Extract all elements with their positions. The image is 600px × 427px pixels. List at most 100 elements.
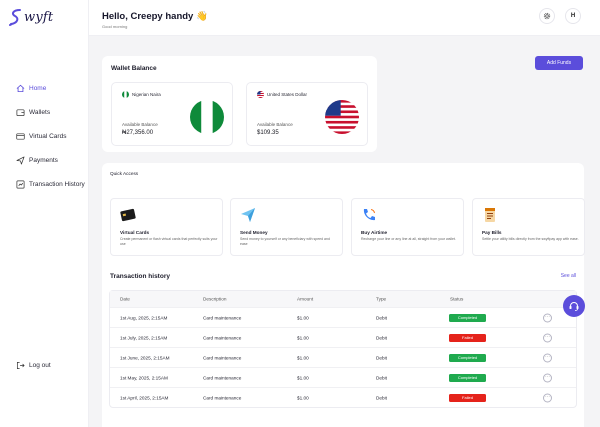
cell-type: Debit [376,355,387,360]
currency-name: Nigerian Naira [132,92,161,97]
quick-access-pay-bills[interactable]: Pay Bills Settle your utility bills dire… [472,198,585,256]
currency-row: United States Dollar [257,91,307,98]
usa-flag-icon [325,100,359,134]
wallet-balance-card: Wallet Balance Nigerian Naira Available … [102,56,377,152]
cell-date: 1st April, 2025, 2:15AM [120,395,169,400]
quick-access-label: Virtual Cards [120,230,150,235]
sidebar-item-label: Virtual Cards [29,132,67,140]
more-options-icon[interactable]: ⋯ [543,393,552,402]
status-badge: Completed [449,373,486,382]
quick-access-description: Settle your utility bills directly from … [482,237,579,241]
column-header-type: Type [376,296,387,302]
column-header-date: Date [120,296,130,302]
table-row[interactable]: 1st June, 2025, 2:15AM Card maintenance $1… [110,347,576,367]
usa-flag-icon [257,91,264,98]
cell-date: 1st May, 2025, 2:15AM [120,375,168,380]
transaction-table: Date Description Amount Type Status 1st … [109,290,577,408]
column-header-amount: Amount [297,296,314,302]
table-row[interactable]: 1st July, 2025, 2:15AM Card maintenance $1… [110,327,576,347]
cell-type: Debit [376,375,387,380]
status-badge: Completed [449,353,486,362]
more-options-icon[interactable]: ⋯ [543,333,552,342]
cell-description: Card maintenance [203,315,242,320]
paper-plane-icon [241,208,255,222]
quick-access-label: Buy Airtime [361,230,388,235]
cell-description: Card maintenance [203,375,242,380]
wallet-icon [16,108,25,117]
phone-icon [363,209,375,221]
column-header-status: Status [450,296,464,302]
sidebar-item-label: Wallets [29,108,51,116]
send-icon [16,156,25,165]
quick-access-buy-airtime[interactable]: Buy Airtime Recharge your line or any li… [351,198,464,256]
more-options-icon[interactable]: ⋯ [543,313,552,322]
card-icon [120,208,136,222]
table-body: 1st Aug, 2025, 2:15AM Card maintenance $1.… [110,307,576,407]
sidebar-item-label: Payments [29,156,58,164]
cell-description: Card maintenance [203,395,242,400]
column-header-description: Description [203,296,227,302]
quick-access-title: Quick Access [110,171,139,176]
logo-text: wyft [24,9,54,25]
headset-icon [569,302,579,311]
status-badge: Failed [449,393,486,402]
more-options-icon[interactable]: ⋯ [543,373,552,382]
cell-description: Card maintenance [203,335,242,340]
sidebar-item-payments[interactable]: Payments [16,148,85,172]
cell-type: Debit [376,335,387,340]
support-button[interactable] [563,295,585,317]
see-all-link[interactable]: See all [561,273,576,279]
nigeria-flag-icon [190,100,224,134]
cell-amount: $1.00 [297,395,309,400]
sidebar-item-wallets[interactable]: Wallets [16,100,85,124]
sidebar-item-transaction-history[interactable]: Transaction History [16,172,85,196]
history-icon [16,180,25,189]
cell-amount: $1.00 [297,315,309,320]
logo-icon [9,9,21,26]
table-row[interactable]: 1st Aug, 2025, 2:15AM Card maintenance $1.… [110,307,576,327]
currency-name: United States Dollar [267,92,308,97]
sidebar-item-home[interactable]: Home [16,76,85,100]
sidebar-item-label: Transaction History [29,180,85,188]
cell-type: Debit [376,395,387,400]
sidebar: wyft Home Wallets Virtual Cards Payments [0,0,89,427]
sidebar-item-virtual-cards[interactable]: Virtual Cards [16,124,85,148]
cell-amount: $1.00 [297,375,309,380]
quick-access-virtual-cards[interactable]: Virtual Cards Create permanent or flash … [110,198,223,256]
card-icon [16,132,25,141]
status-badge: Failed [449,333,486,342]
more-options-icon[interactable]: ⋯ [543,353,552,362]
avatar[interactable]: H [565,8,581,24]
balance-card-ngn[interactable]: Nigerian Naira Available Balance ₦27,356… [111,82,233,146]
status-badge: Completed [449,313,486,322]
add-funds-button[interactable]: Add Funds [535,56,583,70]
settings-button[interactable] [539,8,555,24]
main-content: Wallet Balance Nigerian Naira Available … [89,36,600,427]
sidebar-item-label: Home [29,84,47,92]
greeting-title: Hello, Creepy handy 👋 [102,11,208,22]
available-balance-label: Available Balance [257,122,293,127]
quick-access-send-money[interactable]: Send Money Send money to yourself or any… [230,198,343,256]
cell-date: 1st June, 2025, 2:15AM [120,355,170,360]
gear-icon [543,12,551,20]
home-icon [16,84,25,93]
table-row[interactable]: 1st April, 2025, 2:15AM Card maintenance $… [110,387,576,407]
wallet-balance-title: Wallet Balance [111,65,157,72]
sidebar-nav: Home Wallets Virtual Cards Payments Tran… [16,76,85,196]
balance-amount: ₦27,356.00 [122,130,154,136]
cell-type: Debit [376,315,387,320]
quick-access-label: Pay Bills [482,230,502,235]
available-balance-label: Available Balance [122,122,158,127]
logout-icon [16,361,25,370]
transaction-history-title: Transaction history [110,273,170,280]
transaction-history-card: Transaction history See all Date Descrip… [102,264,584,427]
quick-access-description: Send money to yourself or any beneficiar… [240,237,330,246]
table-row[interactable]: 1st May, 2025, 2:15AM Card maintenance $1.… [110,367,576,387]
logo[interactable]: wyft [9,8,53,26]
logout-button[interactable]: Log out [16,361,51,370]
balance-amount: $109.35 [257,130,279,136]
cell-amount: $1.00 [297,335,309,340]
quick-access-description: Recharge your line or any line at all, s… [361,237,456,241]
balance-card-usd[interactable]: United States Dollar Available Balance $… [246,82,368,146]
cell-amount: $1.00 [297,355,309,360]
